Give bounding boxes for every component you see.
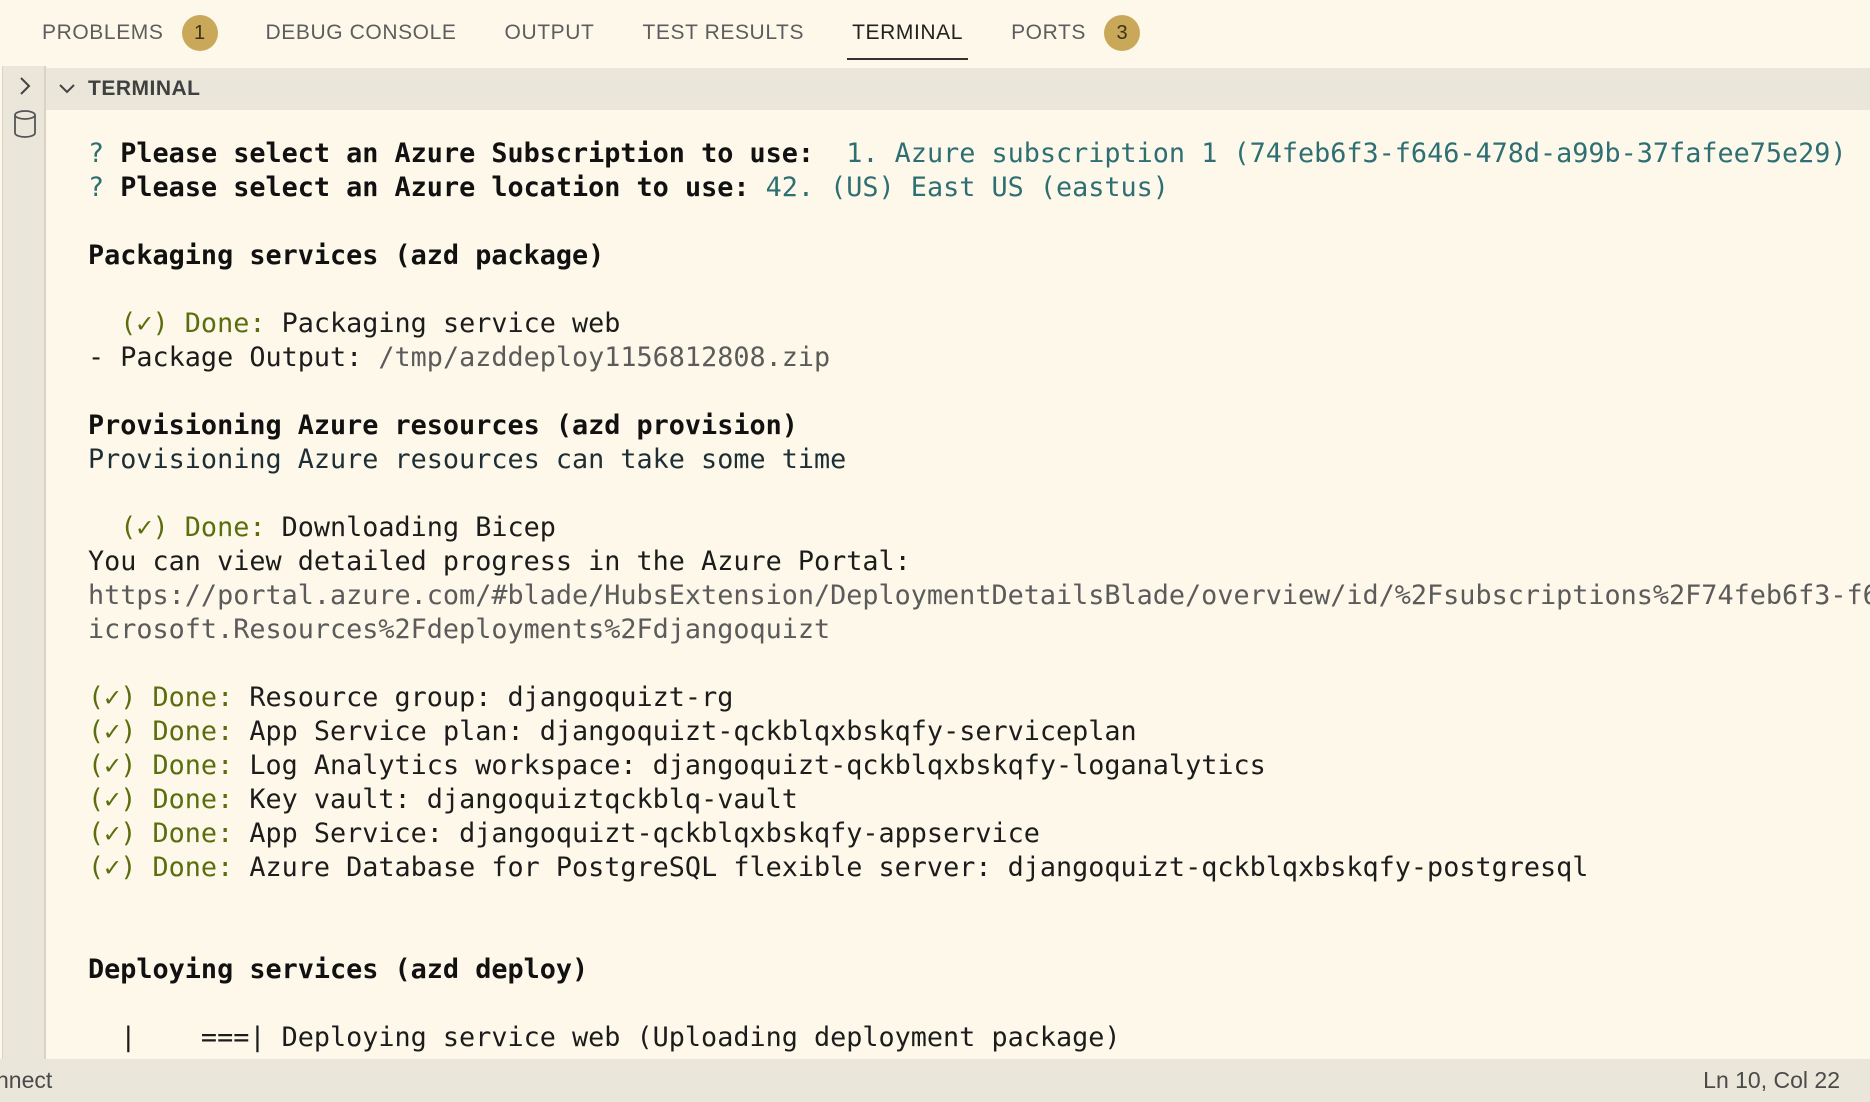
tab-terminal[interactable]: TERMINAL [847,0,969,66]
terminal-line: (✓) Done: Downloading Bicep [88,511,1870,545]
terminal-line: (✓) Done: App Service plan: djangoquizt-… [88,715,1870,749]
chevron-right-icon[interactable] [11,72,39,100]
terminal-line: (✓) Done: Packaging service web [88,307,1870,341]
terminal-line: You can view detailed progress in the Az… [88,545,1870,579]
terminal-text: Packaging services (azd package) [88,240,605,271]
terminal-text: Packaging service web [281,308,621,339]
terminal-line: - Package Output: /tmp/azddeploy11568128… [88,341,1870,375]
terminal-section-header[interactable]: TERMINAL [46,68,1870,110]
problems-count-badge: 1 [181,15,218,51]
terminal-line: (✓) Done: Log Analytics workspace: djang… [88,749,1870,783]
terminal-text: App Service: djangoquizt-qckblqxbskqfy-a… [249,818,1040,849]
terminal-text: Azure Database for PostgreSQL flexible s… [249,852,1589,883]
terminal-text: (✓) Done: [88,852,250,883]
terminal-text: ? [88,172,121,203]
terminal-text: Resource group: djangoquizt-rg [249,682,734,713]
status-cursor-position[interactable]: Ln 10, Col 22 [1703,1067,1840,1094]
terminal-text: (✓) Done: [88,308,282,339]
terminal-text: Please select an Azure Subscription to u… [120,138,831,169]
terminal-text: https://portal.azure.com/#blade/HubsExte… [88,580,1870,611]
chevron-down-icon [58,82,76,96]
tab-output[interactable]: OUTPUT [505,0,595,66]
terminal-text: - Package Output: [88,342,379,373]
terminal-line: ? Please select an Azure location to use… [88,171,1870,205]
terminal-line: https://portal.azure.com/#blade/HubsExte… [88,579,1870,613]
terminal-text: 1. Azure subscription 1 (74feb6f3-f646-4… [830,138,1847,169]
terminal-line: ? Please select an Azure Subscription to… [88,137,1870,171]
terminal-line: Packaging services (azd package) [88,239,1870,273]
terminal-text: Log Analytics workspace: djangoquizt-qck… [249,750,1266,781]
terminal-text: (✓) Done: [88,784,250,815]
status-bar: nnect Ln 10, Col 22 [0,1059,1870,1102]
tab-label: TERMINAL [852,21,964,44]
tab-debug-console[interactable]: DEBUG CONSOLE [266,0,457,66]
terminal-text: Please select an Azure location to use: [120,172,766,203]
terminal-text: Provisioning Azure resources (azd provis… [88,410,798,441]
status-remote-connect[interactable]: nnect [0,1067,52,1094]
terminal-output[interactable]: ? Please select an Azure Subscription to… [88,137,1870,1057]
terminal-text: (✓) Done: [88,818,250,849]
terminal-text: (✓) Done: [88,682,250,713]
terminal-text: You can view detailed progress in the Az… [88,546,911,577]
database-icon[interactable] [11,110,39,138]
terminal-line: | ===| Deploying service web (Uploading … [88,1021,1870,1055]
ports-count-badge: 3 [1104,15,1141,51]
terminal-text: (✓) Done: [88,512,282,543]
terminal-line: Provisioning Azure resources can take so… [88,443,1870,477]
terminal-line: (✓) Done: Resource group: djangoquizt-rg [88,681,1870,715]
terminal-line: (✓) Done: Azure Database for PostgreSQL … [88,851,1870,885]
tab-label: PORTS [1011,21,1087,44]
terminal-line: Deploying services (azd deploy) [88,953,1870,987]
panel-tab-bar: PROBLEMS 1 DEBUG CONSOLE OUTPUT TEST RES… [0,0,1870,66]
terminal-text: icrosoft.Resources%2Fdeployments%2Fdjang… [88,614,831,645]
tab-label: OUTPUT [504,21,595,44]
tab-ports[interactable]: PORTS 3 [1011,0,1141,66]
tab-label: DEBUG CONSOLE [265,21,457,44]
tab-label: TEST RESULTS [642,21,805,44]
left-gutter [2,66,46,1059]
terminal-line: icrosoft.Resources%2Fdeployments%2Fdjang… [88,613,1870,647]
terminal-line: Provisioning Azure resources (azd provis… [88,409,1870,443]
terminal-text: Key vault: djangoquiztqckblq-vault [249,784,798,815]
terminal-text: Deploying services (azd deploy) [88,954,589,985]
terminal-text: 42. (US) East US (eastus) [765,172,1169,203]
tab-problems[interactable]: PROBLEMS 1 [42,0,218,66]
terminal-line: (✓) Done: App Service: djangoquizt-qckbl… [88,817,1870,851]
terminal-text: ? [88,138,121,169]
terminal-text: (✓) Done: [88,750,250,781]
terminal-text: /tmp/azddeploy1156812808.zip [378,342,831,373]
terminal-text: | ===| Deploying service web (Uploading … [88,1022,1121,1053]
terminal-text: App Service plan: djangoquizt-qckblqxbsk… [249,716,1137,747]
terminal-text: Provisioning Azure resources can take so… [88,444,847,475]
tab-label: PROBLEMS [42,21,164,44]
section-title: TERMINAL [88,77,201,100]
terminal-line: (✓) Done: Key vault: djangoquiztqckblq-v… [88,783,1870,817]
terminal-text: (✓) Done: [88,716,250,747]
tab-test-results[interactable]: TEST RESULTS [642,0,804,66]
terminal-text: Downloading Bicep [281,512,556,543]
